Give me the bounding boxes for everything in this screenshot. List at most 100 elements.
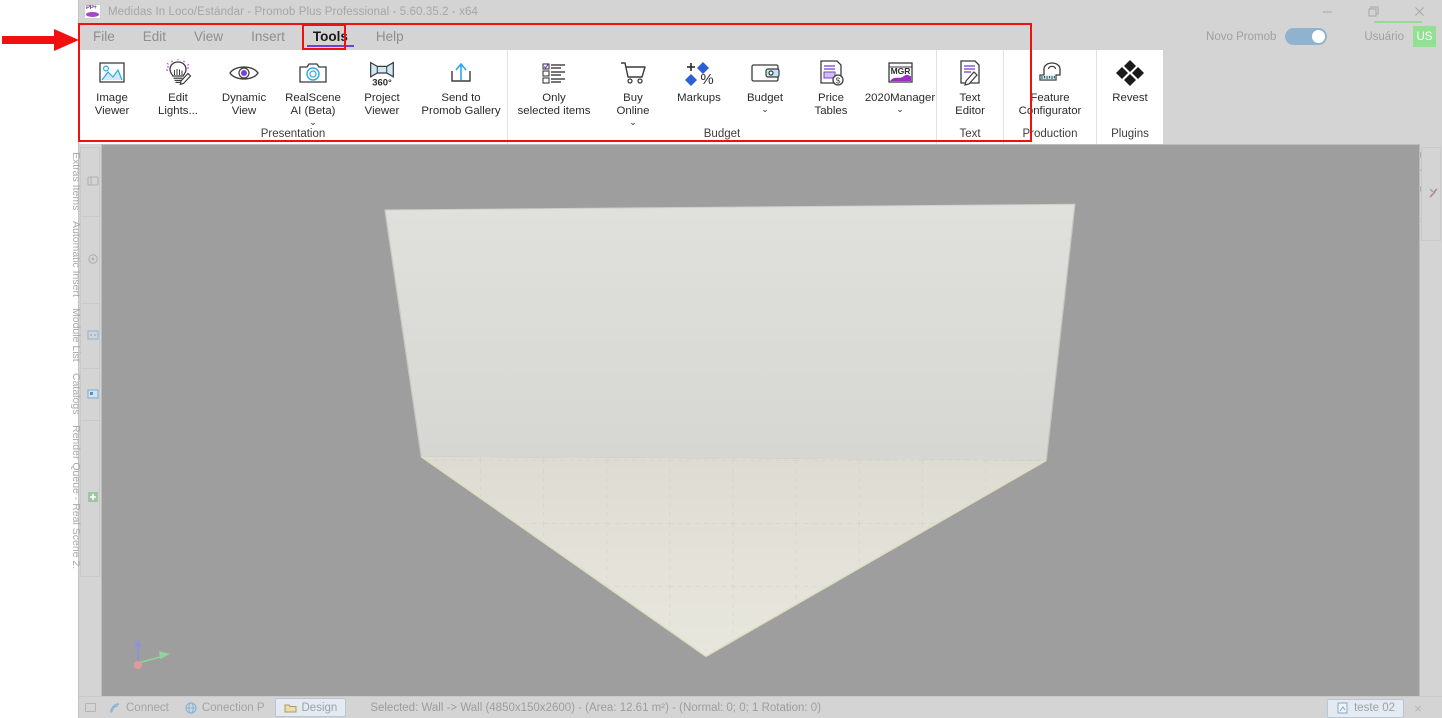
ribbon-label: Image Viewer <box>94 92 130 117</box>
chevron-down-icon[interactable]: ⌄ <box>629 118 637 127</box>
ribbon-button-dynamic-view[interactable]: Dynamic View <box>211 52 277 118</box>
svg-text:360°: 360° <box>372 77 392 88</box>
ribbon-label: Buy Online <box>616 92 650 117</box>
markups-icon: % <box>682 56 716 90</box>
left-tab-strip: Extras Items Automatic Insert Module Lis… <box>70 144 101 697</box>
price-tables-icon: $ <box>814 56 848 90</box>
menu-bar: File Edit View Insert Tools Help Novo Pr… <box>79 23 1442 50</box>
menu-item-insert[interactable]: Insert <box>237 23 299 50</box>
feature-configurator-icon <box>1033 56 1067 90</box>
render-queue-icon <box>86 491 99 504</box>
status-bar-right: teste 02 × <box>1327 697 1442 718</box>
ribbon-group-plugins: Revest Plugins <box>1096 50 1163 144</box>
sidebar-tab-label: Extras Items <box>70 152 82 211</box>
menu-item-view[interactable]: View <box>180 23 237 50</box>
ribbon-label: Only selected items <box>517 92 591 117</box>
ribbon-button-markups[interactable]: % Markups <box>666 52 732 105</box>
restore-icon[interactable] <box>1350 0 1396 23</box>
budget-icon <box>748 56 782 90</box>
menu-item-edit[interactable]: Edit <box>129 23 180 50</box>
sidebar-tab-module-list[interactable]: Module List <box>70 304 100 369</box>
status-conection-button[interactable]: Conection P <box>177 698 273 717</box>
document-icon <box>1337 702 1348 714</box>
sidebar-tab-catalogs[interactable]: Catalogs <box>70 368 100 422</box>
3d-viewport[interactable] <box>101 144 1420 697</box>
status-bar: Connect Conection P Design Selected: Wal… <box>79 696 1442 718</box>
ribbon-label: Markups <box>677 92 721 104</box>
sidebar-tab-render-queue[interactable]: Render Queue - Real Scene 2. <box>70 421 100 577</box>
title-bar: PP+ Medidas In Loco/Estándar - Promob Pl… <box>79 0 1442 23</box>
sidebar-tab-tools-properties[interactable]: Tools - Properties <box>1411 147 1441 241</box>
ribbon-button-feature-configurator[interactable]: Feature Configurator <box>1004 52 1096 118</box>
revest-icon <box>1113 56 1147 90</box>
ribbon-label: Price Tables <box>814 92 848 117</box>
workspace-area: Extras Items Automatic Insert Module Lis… <box>70 144 1442 697</box>
image-viewer-icon <box>95 56 129 90</box>
left-gutter <box>0 0 78 718</box>
document-tab-label: teste 02 <box>1354 702 1395 714</box>
tools-properties-icon <box>1427 186 1440 199</box>
ribbon-button-buy-online[interactable]: Buy Online ⌄ <box>600 52 666 127</box>
ribbon-group-label: Budget <box>703 128 741 140</box>
right-tab-strip: Tools - Properties <box>1411 144 1442 697</box>
buy-online-icon <box>616 56 650 90</box>
ribbon-label: Project Viewer <box>364 92 400 117</box>
only-selected-items-icon <box>537 56 571 90</box>
ribbon-button-edit-lights[interactable]: Edit Lights... <box>145 52 211 118</box>
extras-items-icon <box>86 175 99 188</box>
document-tab-teste-02[interactable]: teste 02 <box>1327 698 1404 718</box>
status-design-tab[interactable]: Design <box>274 698 347 717</box>
ribbon-label: Dynamic View <box>221 92 267 117</box>
3d-scene <box>384 203 1076 657</box>
ribbon-button-text-editor[interactable]: Text Editor <box>937 52 1003 118</box>
ribbon-button-realscene-ai[interactable]: RealScene AI (Beta) ⌄ <box>277 52 349 127</box>
ribbon-group-text: Text Editor Text <box>936 50 1003 144</box>
status-design-label: Design <box>301 701 338 714</box>
ribbon-button-price-tables[interactable]: $ Price Tables <box>798 52 864 118</box>
ribbon-button-project-viewer[interactable]: 360° Project Viewer <box>349 52 415 118</box>
catalogs-icon <box>86 387 99 400</box>
svg-text:%: % <box>700 71 713 86</box>
chevron-down-icon[interactable]: ⌄ <box>309 118 317 127</box>
user-avatar[interactable]: US <box>1413 26 1436 47</box>
ribbon-button-2020manager[interactable]: MGR 2020Manager ⌄ <box>864 52 936 114</box>
ribbon-label: Feature Configurator <box>1018 92 1082 117</box>
ribbon-group-label: Text <box>959 128 981 140</box>
status-connect-button[interactable]: Connect <box>101 698 177 717</box>
ribbon-button-revest[interactable]: Revest <box>1097 52 1163 105</box>
edit-lights-icon <box>161 56 195 90</box>
ribbon-label: Revest <box>1112 92 1148 104</box>
menu-item-file[interactable]: File <box>79 23 129 50</box>
ribbon-button-budget[interactable]: Budget ⌄ <box>732 52 798 114</box>
document-tab-close-icon[interactable]: × <box>1404 701 1432 716</box>
text-editor-icon <box>953 56 987 90</box>
minimize-icon[interactable] <box>1304 0 1350 23</box>
ribbon-label: Text Editor <box>955 92 985 117</box>
ribbon-button-image-viewer[interactable]: Image Viewer <box>79 52 145 118</box>
ribbon-toolbar: Image Viewer Edit Lights... Dynamic View… <box>79 50 1442 144</box>
ribbon-group-label: Presentation <box>260 128 326 140</box>
menu-item-help[interactable]: Help <box>362 23 418 50</box>
status-corner-icon <box>79 697 101 718</box>
automatic-insert-icon <box>86 253 99 266</box>
ribbon-button-send-to-promob-gallery[interactable]: Send to Promob Gallery <box>415 52 507 118</box>
novo-promob-toggle[interactable] <box>1285 28 1328 45</box>
ribbon-button-only-selected-items[interactable]: Only selected items <box>508 52 600 118</box>
sidebar-tab-label: Module List <box>70 308 82 362</box>
sidebar-tab-extras-items[interactable]: Extras Items <box>70 147 100 218</box>
sidebar-tab-automatic-insert[interactable]: Automatic Insert <box>70 217 100 305</box>
window-controls <box>1304 0 1442 23</box>
manager-2020-icon: MGR <box>883 56 917 90</box>
window-title: Medidas In Loco/Estándar - Promob Plus P… <box>108 5 478 18</box>
status-bar-edge <box>1432 697 1442 718</box>
realscene-ai-icon <box>296 56 330 90</box>
status-conection-label: Conection P <box>201 701 265 714</box>
close-icon[interactable] <box>1396 0 1442 23</box>
menu-item-tools[interactable]: Tools <box>299 23 362 50</box>
chevron-down-icon[interactable]: ⌄ <box>761 105 769 114</box>
chevron-down-icon[interactable]: ⌄ <box>896 105 904 114</box>
main-window: PP+ Medidas In Loco/Estándar - Promob Pl… <box>70 0 1442 718</box>
user-label: Usuário <box>1364 30 1404 43</box>
dynamic-view-icon <box>227 56 261 90</box>
module-list-icon <box>86 329 99 342</box>
